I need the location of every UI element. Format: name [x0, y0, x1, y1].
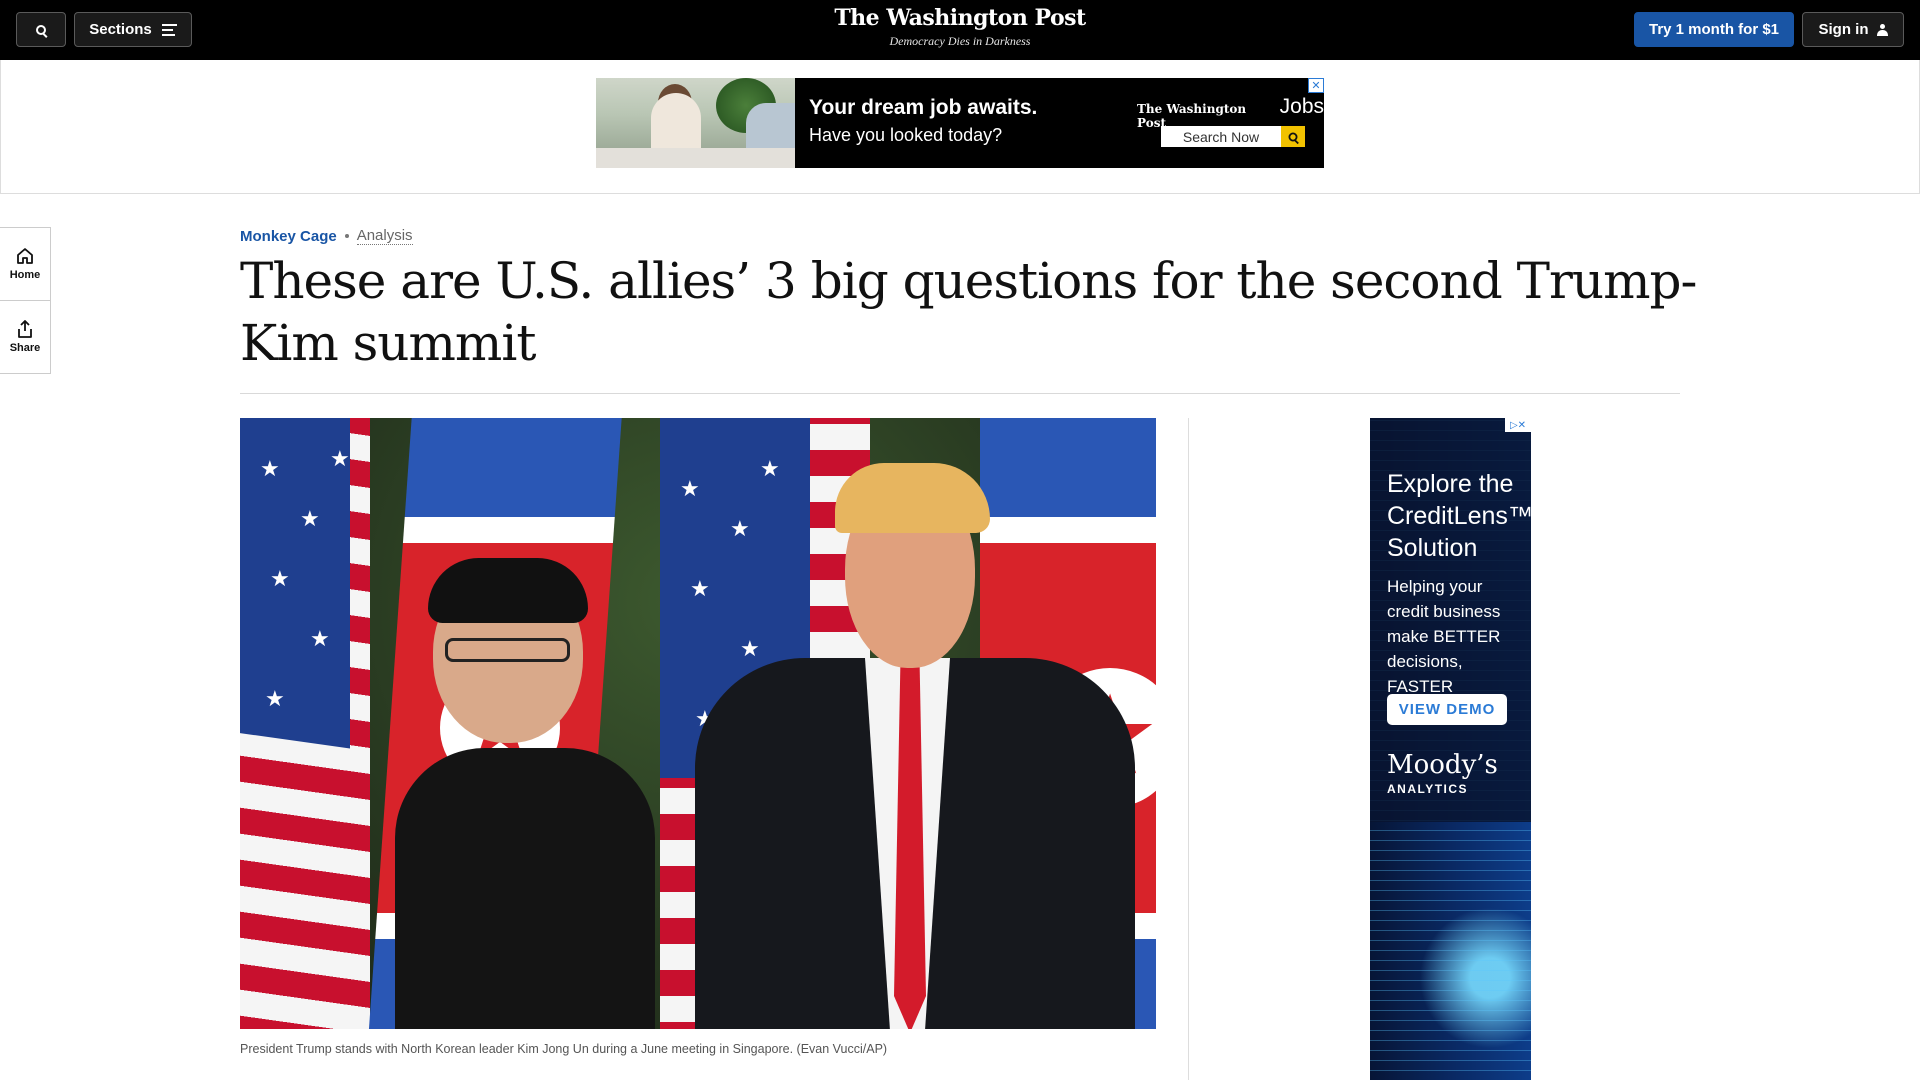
- article-kicker: Monkey Cage Analysis: [240, 227, 413, 245]
- rail-home-button[interactable]: Home: [0, 228, 50, 300]
- article-headline: These are U.S. allies’ 3 big questions f…: [240, 252, 1697, 372]
- section-link[interactable]: Monkey Cage: [240, 228, 337, 245]
- header-divider: [240, 393, 1680, 394]
- photo-caption: President Trump stands with North Korean…: [240, 1042, 888, 1056]
- ad-subline: Have you looked today?: [809, 125, 1003, 145]
- ad-photo-handshake: [596, 78, 795, 168]
- ad-brand: The Washington Post Jobs: [1137, 95, 1324, 130]
- subscribe-button[interactable]: Try 1 month for $1: [1634, 12, 1794, 47]
- share-icon: [18, 320, 32, 338]
- jobs-banner-ad[interactable]: Your dream job awaits. Have you looked t…: [596, 78, 1324, 168]
- sign-in-button[interactable]: Sign in: [1802, 12, 1904, 47]
- search-icon: [36, 24, 46, 35]
- site-logo[interactable]: The Washington Post Democracy Dies in Da…: [760, 5, 1160, 49]
- sign-in-label: Sign in: [1818, 21, 1869, 38]
- ad-search-field[interactable]: Search Now: [1161, 126, 1281, 147]
- side-ad-brand: Moody’s: [1387, 750, 1498, 780]
- ad-search-button[interactable]: [1281, 126, 1305, 147]
- home-icon: [17, 248, 33, 264]
- logo-wordmark: The Washington Post: [834, 5, 1086, 31]
- search-button[interactable]: [16, 12, 66, 47]
- adchoices-close-icon[interactable]: ▷✕: [1505, 418, 1531, 432]
- rail-share-label: Share: [9, 342, 41, 354]
- search-icon: [1288, 132, 1298, 141]
- side-ad-body: Helping your credit business make BETTER…: [1387, 577, 1501, 696]
- kicker-separator: [344, 234, 349, 238]
- ad-headline: Your dream job awaits.: [809, 96, 1038, 119]
- rail-share-button[interactable]: Share: [0, 300, 50, 373]
- logo-tagline: Democracy Dies in Darkness: [889, 34, 1031, 48]
- view-demo-button[interactable]: VIEW DEMO: [1387, 694, 1507, 725]
- top-navigation-bar: Sections The Washington Post Democracy D…: [0, 0, 1920, 60]
- sidebar-ad[interactable]: ▷✕ Explore the CreditLens™ Solution Help…: [1370, 418, 1531, 1080]
- sections-label: Sections: [89, 21, 152, 38]
- ad-brand-suffix: Jobs: [1279, 95, 1324, 118]
- side-ad-headline: Explore the CreditLens™ Solution: [1387, 470, 1531, 562]
- user-icon: [1876, 23, 1888, 36]
- rail-home-label: Home: [9, 269, 41, 281]
- left-action-rail: Home Share: [0, 227, 51, 374]
- side-ad-brand-sub: ANALYTICS: [1387, 782, 1469, 796]
- column-divider: [1188, 418, 1189, 1080]
- lead-photo[interactable]: ★★ ★★ ★★ ★ ★★ ★★ ★★ ★: [240, 418, 1156, 1029]
- analysis-label[interactable]: Analysis: [356, 227, 413, 245]
- hamburger-icon: [161, 21, 177, 39]
- sections-menu-button[interactable]: Sections: [74, 12, 192, 47]
- ad-close-icon[interactable]: ✕: [1308, 78, 1324, 93]
